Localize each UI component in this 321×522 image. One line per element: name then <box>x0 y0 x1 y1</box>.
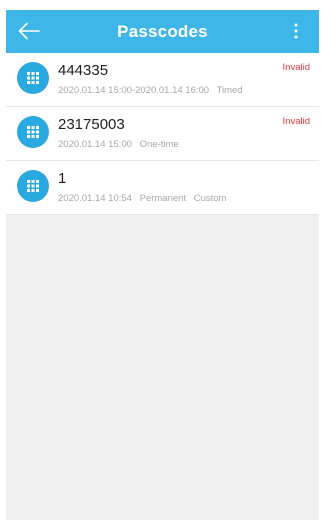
passcode-row[interactable]: 23175003 2020.01.14 15:00 One-time Inval… <box>6 107 319 161</box>
passcode-value: 23175003 <box>58 116 125 133</box>
passcode-time: 2020.01.14 15:00 <box>58 139 132 150</box>
status-badge: Invalid <box>282 62 310 73</box>
passcode-time: 2020.01.14 10:54 <box>58 193 132 204</box>
passcode-value: 1 <box>58 170 67 187</box>
passcode-meta: 2020.01.14 15:00-2020.01.14 16:00 Timed <box>58 85 248 96</box>
passcode-type: One-time <box>139 139 179 150</box>
passcode-type: Timed <box>216 85 243 96</box>
keypad-icon <box>17 170 49 202</box>
app-bar: Passcodes <box>6 10 319 53</box>
more-menu-button[interactable] <box>291 19 301 43</box>
keypad-icon <box>17 116 49 148</box>
status-badge: Invalid <box>282 116 310 127</box>
passcode-meta: 2020.01.14 15:00 One-time <box>58 139 184 150</box>
keypad-icon <box>17 62 49 94</box>
passcode-row[interactable]: 1 2020.01.14 10:54 Permanent Custom <box>6 161 319 215</box>
passcode-meta: 2020.01.14 10:54 Permanent Custom <box>58 193 231 204</box>
passcode-time: 2020.01.14 15:00-2020.01.14 16:00 <box>58 85 210 96</box>
passcode-list: 444335 2020.01.14 15:00-2020.01.14 16:00… <box>6 53 319 215</box>
page-title: Passcodes <box>117 21 208 41</box>
more-vertical-icon <box>294 23 298 39</box>
passcode-value: 444335 <box>58 62 109 79</box>
back-button[interactable] <box>16 18 42 44</box>
passcode-extra: Custom <box>193 193 227 204</box>
passcode-type: Permanent <box>139 193 187 204</box>
screen: Passcodes 444335 2020.01.14 15:00-2020.0… <box>6 10 319 520</box>
arrow-left-icon <box>18 22 40 40</box>
passcode-row[interactable]: 444335 2020.01.14 15:00-2020.01.14 16:00… <box>6 53 319 107</box>
